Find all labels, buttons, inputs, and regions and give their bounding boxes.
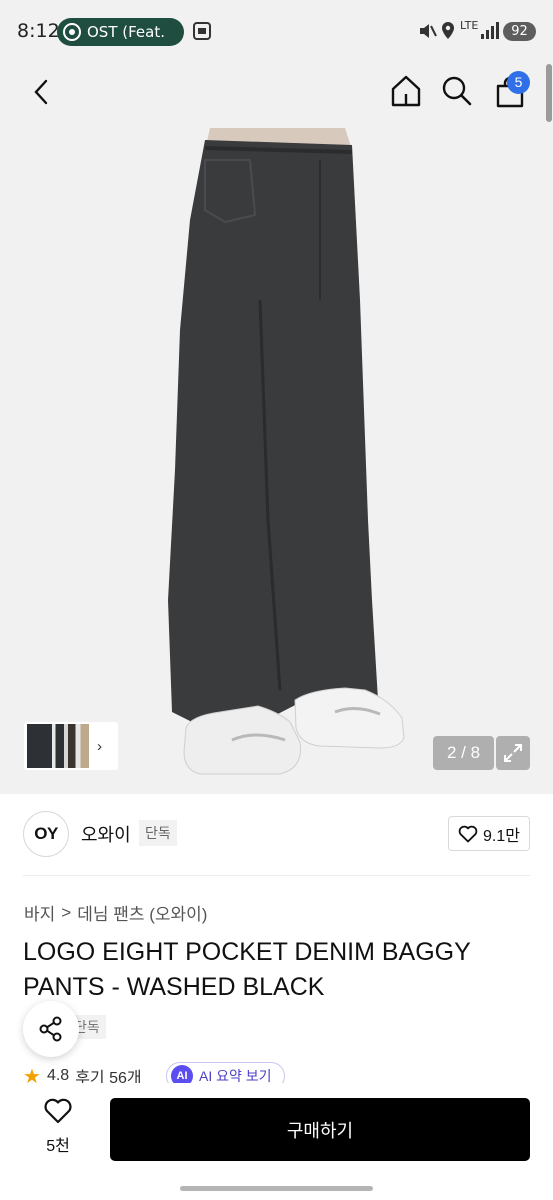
music-disc-icon [63,23,81,41]
status-bar: 8:12 OST (Feat. LTE 92 [0,0,553,62]
back-button[interactable] [24,74,58,110]
signal-icon [481,22,499,39]
image-pager: 2 / 8 [433,736,494,770]
brand-like-button[interactable]: 9.1만 [448,816,530,851]
cart-count-badge: 5 [507,71,530,94]
product-title: LOGO EIGHT POCKET DENIM BAGGY PANTS - WA… [23,938,471,1001]
heart-icon [458,825,478,842]
share-icon [39,1016,62,1042]
mute-icon [420,24,437,38]
search-button[interactable] [439,72,475,110]
brand-name[interactable]: 오와이 [81,821,131,847]
expand-icon [504,744,522,762]
exclusive-tag: 단독 [139,820,177,846]
divider [23,875,530,876]
breadcrumb-separator: > [61,902,72,922]
home-button[interactable] [388,72,424,110]
breadcrumb-category[interactable]: 바지 [24,900,55,925]
chevron-right-icon: › [97,737,102,755]
brand-logo[interactable]: OY [23,811,69,857]
heart-icon [44,1098,72,1124]
buy-button[interactable]: 구매하기 [110,1098,530,1161]
product-photo [168,128,405,775]
product-image-gallery[interactable] [0,62,553,794]
home-indicator[interactable] [180,1186,373,1191]
wishlist-button[interactable]: 5천 [23,1098,93,1156]
media-notification-pill[interactable]: OST (Feat. [57,18,184,46]
brand-like-count: 9.1만 [483,827,520,845]
network-type: LTE [460,19,479,32]
scrollbar[interactable] [546,64,552,122]
wishlist-count: 5천 [46,1138,70,1155]
fullscreen-button[interactable] [496,736,530,770]
status-time: 8:12 [17,20,60,42]
home-icon [391,75,421,107]
breadcrumb: 바지 > 데님 팬츠 (오와이) [24,900,207,925]
battery-indicator: 92 [503,22,536,41]
search-icon [442,76,472,106]
thumbnail-image[interactable] [27,724,89,768]
breadcrumb-subcategory[interactable]: 데님 팬츠 (오와이) [77,900,207,925]
chevron-left-icon [34,79,48,105]
share-button[interactable] [23,1001,79,1057]
media-title: OST (Feat. [87,23,165,41]
screenshot-icon [193,22,211,40]
thumbnail-strip[interactable]: › [24,722,118,770]
location-icon [442,22,454,39]
